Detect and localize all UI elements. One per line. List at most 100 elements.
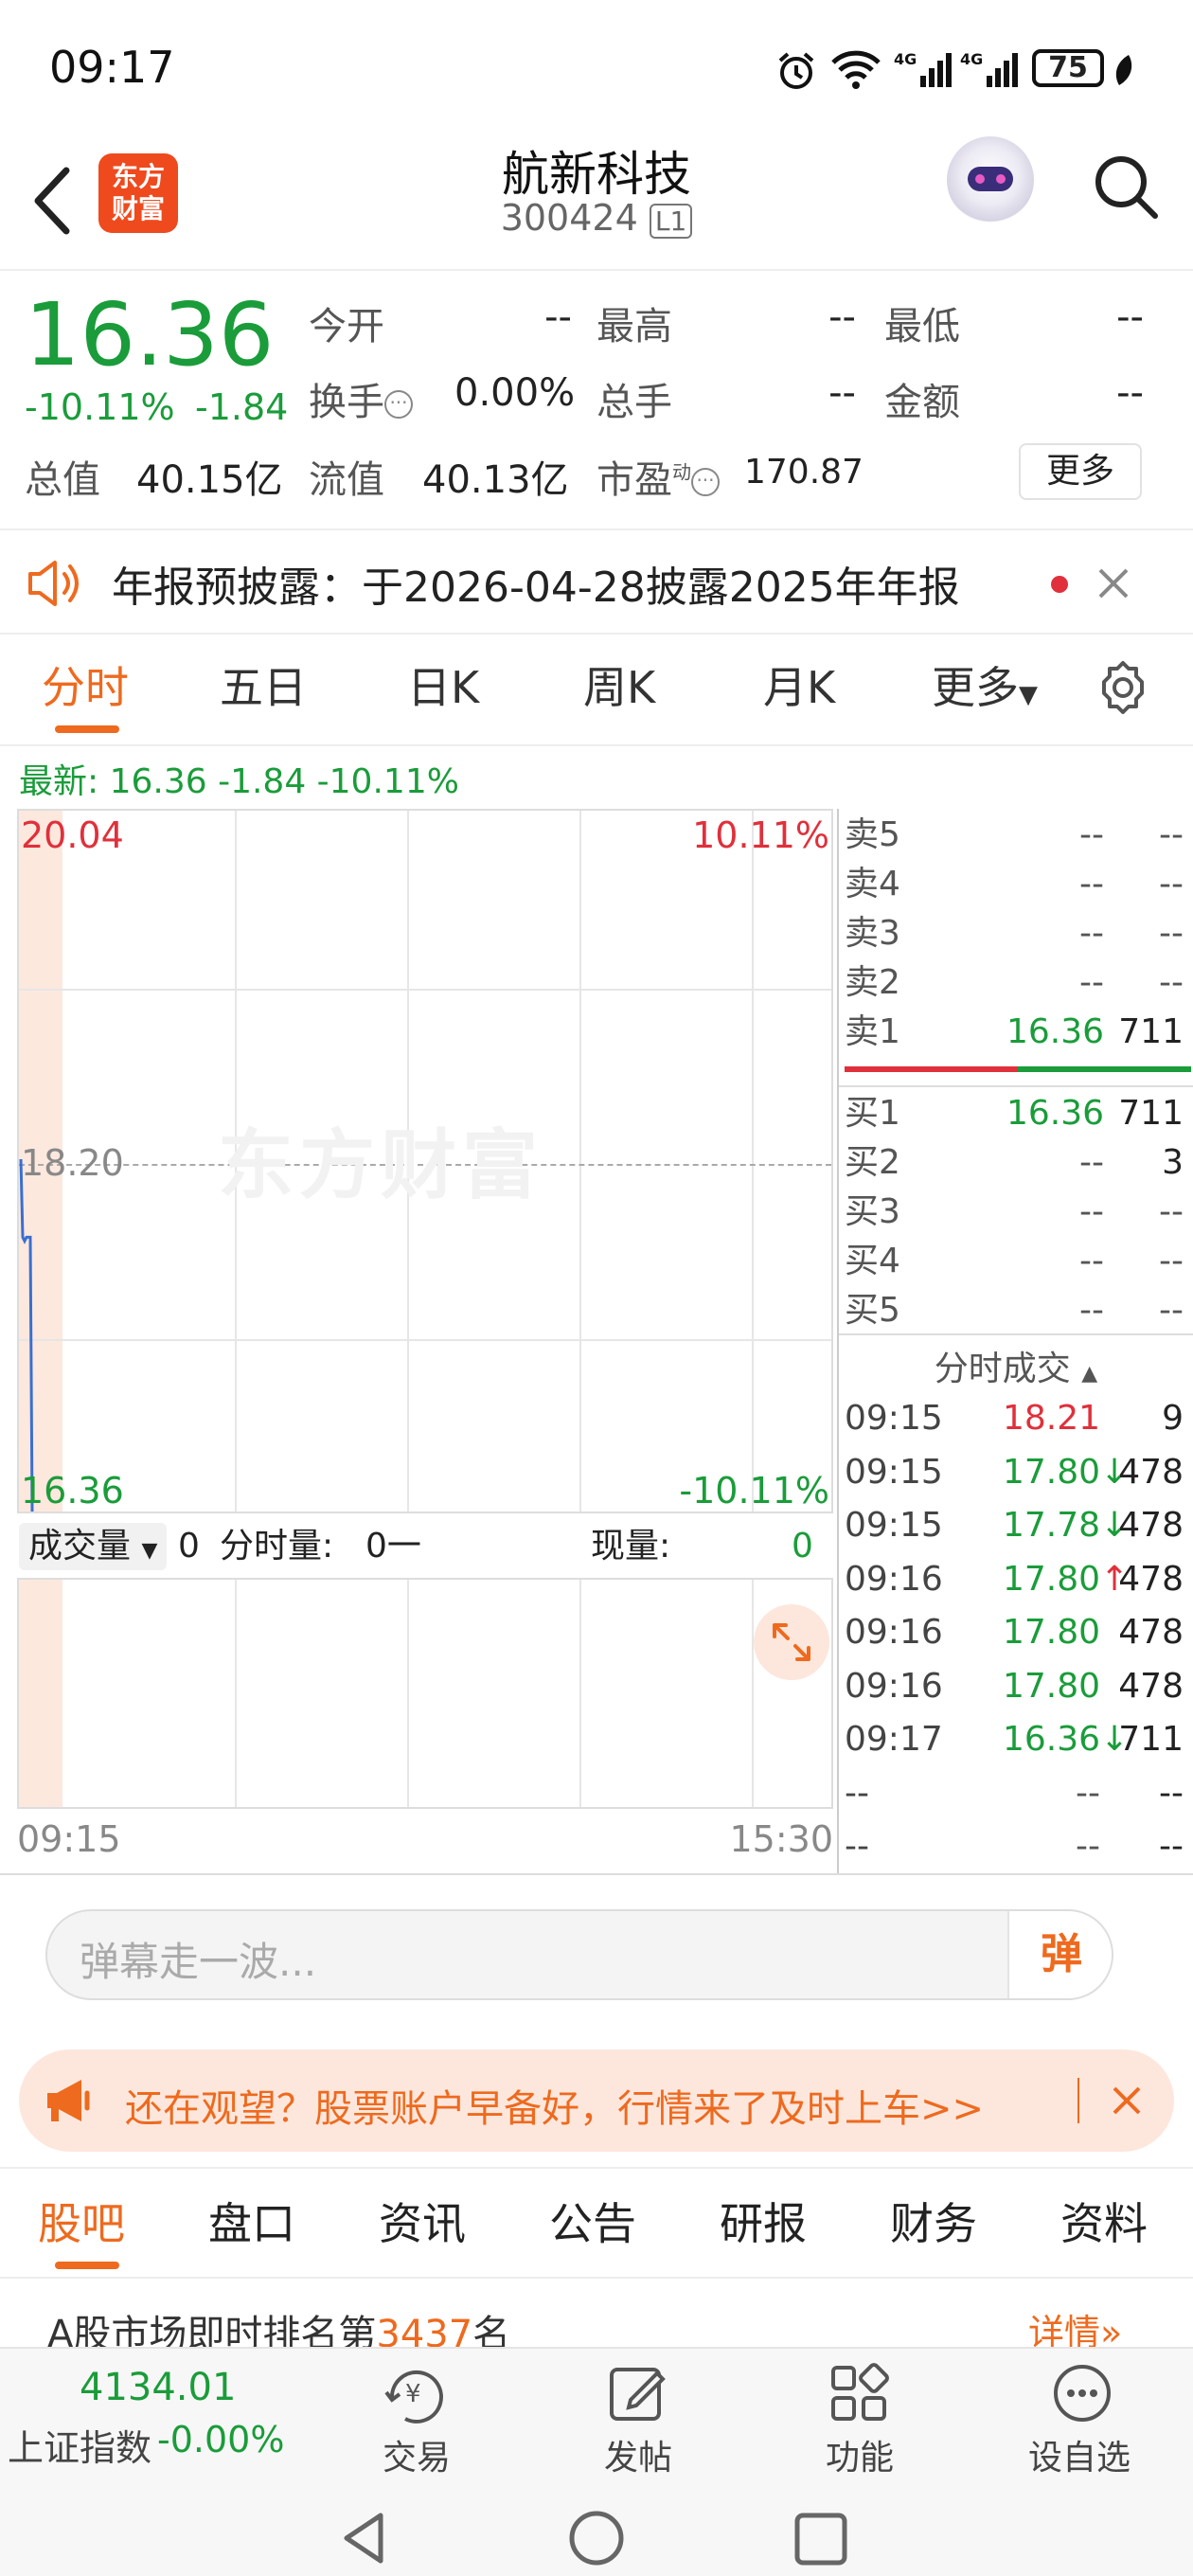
danmu-input[interactable]: 弹幕走一波... [80, 1930, 316, 1988]
function-button[interactable]: 功能 [784, 2430, 935, 2479]
quote-panel: 16.36 -10.11% -1.84 今开 -- 最高 -- 最低 -- 换手… [0, 273, 1193, 528]
trade-volume: 711 [1118, 1720, 1184, 1759]
buy-4-label: 买4 [845, 1242, 900, 1280]
function-icon[interactable] [828, 2362, 890, 2424]
promo-divider [1077, 2078, 1079, 2123]
buy-1-price: 16.36 [1006, 1094, 1104, 1133]
settings-icon[interactable] [1095, 659, 1151, 716]
x-end-label: 15:30 [729, 1818, 833, 1860]
tab-guba[interactable]: 股吧 [38, 2190, 125, 2252]
tab-finance[interactable]: 财务 [890, 2190, 977, 2252]
index-change[interactable]: -0.00% [157, 2419, 284, 2460]
divider [0, 1873, 1193, 1875]
trade-volume: -- [1159, 1827, 1184, 1866]
tab-news[interactable]: 资讯 [379, 2190, 466, 2252]
trades-header[interactable]: 分时成交 ▲ [839, 1341, 1193, 1390]
tab-monthly-k[interactable]: 月K [763, 653, 835, 716]
tab-more[interactable]: 更多▼ [932, 653, 1038, 716]
sell-1-vol: 711 [1118, 1012, 1184, 1051]
ranking-number: 3437 [376, 2313, 473, 2349]
current-price: 16.36 [25, 284, 275, 385]
close-icon[interactable] [1096, 566, 1131, 600]
ranking-text: A股市场即时排名第3437名 [47, 2303, 510, 2349]
tab-profile[interactable]: 资料 [1060, 2190, 1148, 2252]
buy-5-price: -- [1079, 1291, 1104, 1330]
open-value: -- [544, 295, 572, 339]
mktcap-value: 40.15亿 [136, 458, 283, 502]
trade-button[interactable]: 交易 [341, 2430, 492, 2479]
trade-time: -- [845, 1827, 869, 1866]
ranking-row[interactable]: A股市场即时排名第3437名 详情» [0, 2279, 1193, 2349]
search-icon[interactable] [1091, 152, 1163, 224]
trade-price: -- [1076, 1827, 1100, 1866]
open-label: 今开 [309, 305, 384, 349]
tab-five-day[interactable]: 五日 [220, 653, 307, 716]
trade-volume: 478 [1118, 1613, 1184, 1652]
notice-bar[interactable]: 年报预披露：于2026-04-28披露2025年年报 [0, 528, 1193, 635]
volume-label: 总手 [596, 381, 672, 424]
trade-price: 17.80 [1002, 1559, 1100, 1599]
svg-text:4G: 4G [960, 50, 983, 68]
promo-banner[interactable]: 还在观望？股票账户早备好，行情来了及时上车>> [19, 2049, 1174, 2152]
sell-1-price: 16.36 [1006, 1012, 1104, 1051]
y-min-label: 16.36 [21, 1470, 124, 1512]
sell-5-vol: -- [1159, 815, 1184, 854]
battery-icon: 75 [1032, 49, 1104, 87]
buy-5-vol: -- [1159, 1291, 1184, 1330]
expand-button[interactable] [754, 1604, 829, 1680]
buy-3-price: -- [1079, 1192, 1104, 1231]
volume-value: -- [828, 371, 856, 415]
change-value: -1.84 [195, 386, 289, 428]
ranking-detail-link[interactable]: 详情» [1028, 2303, 1122, 2349]
volume-selector[interactable]: 成交量 ▼ [19, 1523, 168, 1570]
trade-price: 17.78 [1002, 1506, 1100, 1545]
tab-intraday[interactable]: 分时 [42, 653, 129, 716]
stock-code: 300424 L1 [407, 197, 786, 239]
info-icon[interactable]: ··· [691, 468, 720, 496]
index-name[interactable]: 上证指数 [8, 2419, 151, 2471]
svg-text:4G: 4G [894, 50, 917, 68]
nav-recents-icon[interactable] [793, 2512, 850, 2568]
period-volume-value: 0一 [365, 1527, 421, 1565]
post-button[interactable]: 发帖 [562, 2430, 714, 2479]
pe-label-text: 市盈 [596, 458, 672, 502]
trade-volume: 478 [1118, 1666, 1184, 1706]
buy-4-vol: -- [1159, 1242, 1184, 1280]
info-icon[interactable]: ··· [384, 390, 413, 419]
tab-research[interactable]: 研报 [720, 2190, 807, 2252]
nav-home-icon[interactable] [566, 2510, 627, 2570]
trade-icon[interactable]: ¥ [383, 2362, 449, 2424]
post-icon[interactable] [606, 2362, 668, 2424]
close-icon[interactable] [1112, 2085, 1142, 2116]
divider [839, 1085, 1193, 1087]
tab-pankou[interactable]: 盘口 [208, 2190, 295, 2252]
high-label: 最高 [596, 305, 672, 349]
more-button[interactable]: 更多 [1019, 443, 1142, 500]
volume-chart [17, 1578, 833, 1809]
back-icon[interactable] [28, 163, 76, 239]
mktcap-label: 总值 [25, 458, 100, 502]
index-value[interactable]: 4134.01 [80, 2366, 236, 2409]
sell-3-label: 卖3 [845, 914, 900, 953]
x-start-label: 09:15 [17, 1818, 121, 1860]
speaker-icon [28, 561, 79, 606]
divider [839, 1333, 1193, 1335]
float-value: 40.13亿 [422, 458, 569, 502]
tab-announcements[interactable]: 公告 [549, 2190, 636, 2252]
divider [0, 2167, 1193, 2169]
svg-text:¥: ¥ [405, 2380, 421, 2408]
tab-daily-k[interactable]: 日K [407, 653, 479, 716]
more-dots-icon[interactable] [1051, 2362, 1113, 2424]
stock-code-text: 300424 [500, 197, 638, 239]
divider [0, 744, 1193, 746]
robot-avatar[interactable] [947, 136, 1034, 224]
pe-label: 市盈动 ··· [596, 449, 720, 504]
danmu-send-button[interactable]: 弹 [1007, 1911, 1112, 1998]
pe-sup: 动 [672, 460, 691, 484]
nav-back-icon[interactable] [339, 2510, 388, 2567]
tab-more-label: 更多 [932, 662, 1019, 713]
tab-weekly-k[interactable]: 周K [583, 653, 655, 716]
grid-line [235, 1580, 237, 1807]
now-volume-label: 现量: [591, 1527, 671, 1565]
add-watchlist-button[interactable]: 设自选 [1004, 2430, 1155, 2479]
